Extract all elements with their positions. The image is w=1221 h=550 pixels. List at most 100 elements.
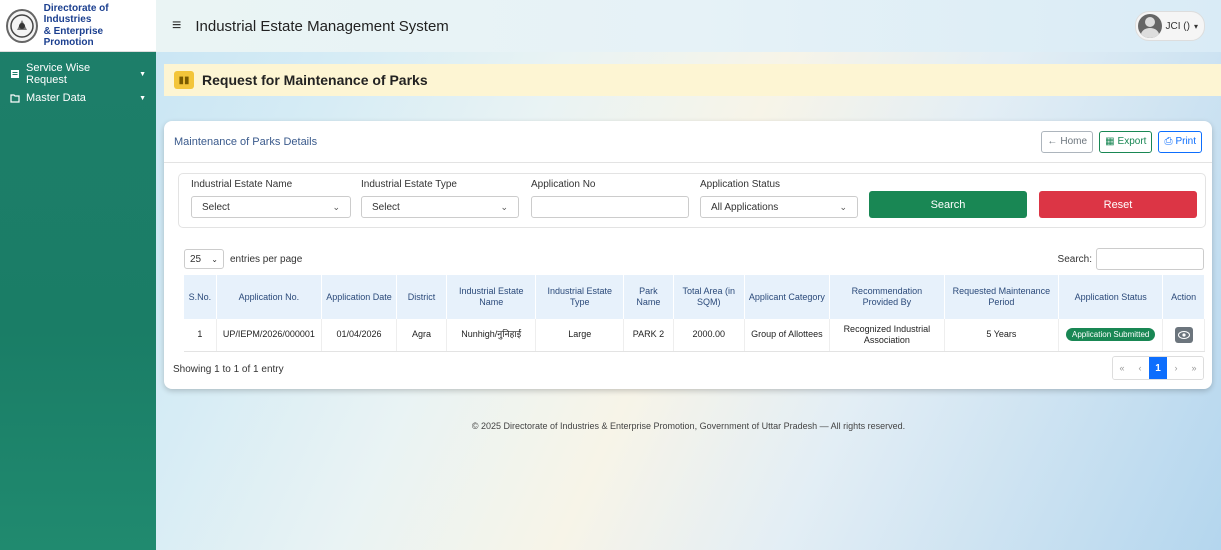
arrow-left-icon: ← — [1047, 136, 1058, 147]
user-name: JCI () — [1165, 20, 1190, 32]
emblem-logo-icon — [6, 8, 38, 43]
user-menu[interactable]: JCI () ▾ — [1134, 11, 1205, 41]
hamburger-menu-icon[interactable]: ≡ — [172, 17, 181, 35]
cell-application-no: UP/IEPM/2026/000001 — [216, 319, 323, 352]
chevron-down-icon: ⌄ — [839, 201, 847, 212]
sidebar-menu: Service Wise Request ▼ Master Data ▼ — [0, 52, 156, 110]
details-card: Maintenance of Parks Details ← Home ▦ Ex… — [164, 121, 1212, 389]
chevron-down-icon: ⌄ — [332, 201, 340, 212]
brand-line2: & Enterprise Promotion — [43, 25, 104, 49]
folder-icon — [10, 93, 20, 103]
pagination: « ‹ 1 › » — [1112, 356, 1204, 380]
app-title: Industrial Estate Management System — [195, 17, 449, 35]
table-row: 1 UP/IEPM/2026/000001 01/04/2026 Agra Nu… — [184, 319, 1205, 352]
brand-line1: Directorate of Industries — [43, 2, 109, 26]
topbar: ≡ Industrial Estate Management System JC… — [156, 0, 1221, 52]
caret-down-icon: ▼ — [139, 70, 146, 78]
column-header[interactable]: Application Status — [1058, 275, 1164, 319]
cell-applicant-category: Group of Allottees — [744, 319, 831, 352]
file-icon — [10, 69, 20, 79]
estate-type-value: Select — [372, 201, 400, 213]
page-title: Request for Maintenance of Parks — [202, 72, 428, 88]
cell-maintenance-period: 5 Years — [944, 319, 1060, 352]
last-page-button[interactable]: » — [1185, 357, 1203, 379]
column-header[interactable]: Recommendation Provided By — [829, 275, 945, 319]
table-search-input[interactable] — [1096, 248, 1204, 270]
entries-per-page-select[interactable]: 25 ⌄ — [184, 249, 224, 269]
estate-name-label: Industrial Estate Name — [191, 179, 293, 190]
table-icon: ▦ — [1105, 136, 1115, 147]
first-page-button[interactable]: « — [1113, 357, 1131, 379]
entries-value: 25 — [190, 253, 202, 265]
table-search-label: Search: — [1057, 253, 1092, 265]
application-status-value: All Applications — [711, 201, 779, 213]
caret-down-icon: ▼ — [139, 94, 146, 102]
home-button[interactable]: ← Home — [1041, 130, 1094, 153]
entries-control: 25 ⌄ entries per page — [184, 249, 302, 269]
column-header[interactable]: Requested Maintenance Period — [944, 275, 1060, 319]
book-icon: ▮▮ — [174, 71, 194, 89]
brand[interactable]: Directorate of Industries & Enterprise P… — [0, 0, 156, 52]
reset-button[interactable]: Reset — [1039, 191, 1197, 218]
sidebar: Directorate of Industries & Enterprise P… — [0, 0, 156, 550]
chevron-down-icon: ⌄ — [500, 201, 508, 212]
print-label: Print — [1175, 136, 1196, 147]
column-header[interactable]: Industrial Estate Type — [535, 275, 624, 319]
cell-application-date: 01/04/2026 — [321, 319, 397, 352]
table-header-row: S.No. Application No. Application Date D… — [184, 275, 1205, 319]
caret-down-icon: ▾ — [1193, 21, 1198, 31]
card-header: Maintenance of Parks Details ← Home ▦ Ex… — [164, 121, 1212, 163]
brand-name: Directorate of Industries & Enterprise P… — [44, 3, 150, 49]
cell-status: Application Submitted — [1058, 319, 1164, 352]
cell-estate-type: Large — [535, 319, 624, 352]
sidebar-item-label: Service Wise Request — [26, 62, 91, 86]
page-header: ▮▮ Request for Maintenance of Parks — [164, 64, 1221, 96]
home-label: Home — [1060, 136, 1088, 147]
export-button[interactable]: ▦ Export — [1099, 130, 1153, 153]
prev-page-button[interactable]: ‹ — [1131, 357, 1149, 379]
view-button[interactable] — [1174, 326, 1193, 343]
applications-table: S.No. Application No. Application Date D… — [184, 275, 1205, 352]
cell-recommendation: Recognized Industrial Association — [829, 319, 945, 352]
print-button[interactable]: ⎙ Print — [1158, 130, 1202, 153]
application-status-select[interactable]: All Applications ⌄ — [700, 196, 858, 218]
column-header[interactable]: S.No. — [184, 275, 217, 319]
page-1-button[interactable]: 1 — [1149, 357, 1167, 379]
card-actions: ← Home ▦ Export ⎙ Print — [1041, 130, 1202, 153]
cell-sno: 1 — [184, 319, 217, 352]
application-no-input[interactable] — [531, 196, 689, 218]
column-header[interactable]: Park Name — [623, 275, 674, 319]
next-page-button[interactable]: › — [1167, 357, 1185, 379]
search-button[interactable]: Search — [869, 191, 1027, 218]
cell-estate-name: Nunhigh/नुनिहाई — [446, 319, 537, 352]
column-header[interactable]: Application No. — [216, 275, 323, 319]
cell-park-name: PARK 2 — [623, 319, 674, 352]
estate-name-select[interactable]: Select ⌄ — [191, 196, 351, 218]
card-title: Maintenance of Parks Details — [174, 135, 318, 148]
footer: © 2025 Directorate of Industries & Enter… — [471, 421, 906, 431]
application-status-label: Application Status — [700, 179, 781, 190]
column-header[interactable]: Industrial Estate Name — [446, 275, 537, 319]
export-label: Export — [1117, 136, 1147, 147]
column-header[interactable]: Applicant Category — [744, 275, 831, 319]
estate-type-label: Industrial Estate Type — [361, 179, 457, 190]
eye-icon — [1177, 330, 1190, 339]
estate-type-select[interactable]: Select ⌄ — [361, 196, 519, 218]
table-search: Search: — [1058, 248, 1204, 270]
sidebar-item-master-data[interactable]: Master Data ▼ — [0, 86, 156, 110]
filter-panel: Industrial Estate Name Select ⌄ Industri… — [178, 173, 1206, 228]
column-header[interactable]: Application Date — [321, 275, 397, 319]
sidebar-item-service-wise-request[interactable]: Service Wise Request ▼ — [0, 62, 156, 86]
entries-label: entries per page — [230, 253, 303, 265]
column-header[interactable]: District — [396, 275, 447, 319]
showing-info: Showing 1 to 1 of 1 entry — [173, 364, 284, 375]
sidebar-item-label: Master Data — [26, 92, 86, 104]
status-badge: Application Submitted — [1066, 328, 1156, 342]
estate-name-value: Select — [202, 201, 230, 213]
application-no-label: Application No — [531, 179, 596, 190]
column-header: Action — [1162, 275, 1205, 319]
cell-total-area: 2000.00 — [673, 319, 745, 352]
column-header[interactable]: Total Area (in SQM) — [673, 275, 745, 319]
cell-action — [1162, 319, 1205, 352]
avatar — [1137, 14, 1162, 38]
